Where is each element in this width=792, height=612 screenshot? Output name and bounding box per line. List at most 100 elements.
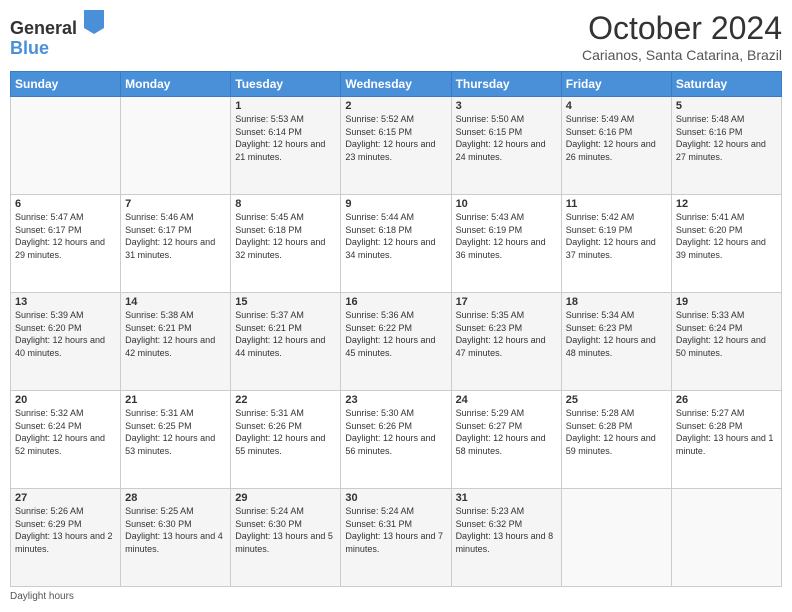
day-number: 27 xyxy=(15,492,116,504)
day-info: Sunrise: 5:33 AMSunset: 6:24 PMDaylight:… xyxy=(676,309,777,359)
day-number: 29 xyxy=(235,492,336,504)
calendar-table: SundayMondayTuesdayWednesdayThursdayFrid… xyxy=(10,71,782,587)
day-number: 7 xyxy=(125,198,226,210)
logo-icon xyxy=(84,10,104,34)
calendar-cell xyxy=(121,97,231,195)
calendar-cell: 28Sunrise: 5:25 AMSunset: 6:30 PMDayligh… xyxy=(121,489,231,587)
day-number: 15 xyxy=(235,296,336,308)
day-info: Sunrise: 5:31 AMSunset: 6:26 PMDaylight:… xyxy=(235,407,336,457)
calendar-day-header: Saturday xyxy=(671,72,781,97)
calendar-cell: 2Sunrise: 5:52 AMSunset: 6:15 PMDaylight… xyxy=(341,97,451,195)
day-number: 11 xyxy=(566,198,667,210)
calendar-week-row: 13Sunrise: 5:39 AMSunset: 6:20 PMDayligh… xyxy=(11,293,782,391)
day-number: 18 xyxy=(566,296,667,308)
subtitle: Carianos, Santa Catarina, Brazil xyxy=(582,47,782,63)
main-title: October 2024 xyxy=(582,10,782,47)
day-info: Sunrise: 5:43 AMSunset: 6:19 PMDaylight:… xyxy=(456,211,557,261)
calendar-header-row: SundayMondayTuesdayWednesdayThursdayFrid… xyxy=(11,72,782,97)
logo-blue: Blue xyxy=(10,38,49,58)
day-info: Sunrise: 5:46 AMSunset: 6:17 PMDaylight:… xyxy=(125,211,226,261)
day-info: Sunrise: 5:38 AMSunset: 6:21 PMDaylight:… xyxy=(125,309,226,359)
header: General Blue October 2024 Carianos, Sant… xyxy=(10,10,782,63)
calendar-cell: 4Sunrise: 5:49 AMSunset: 6:16 PMDaylight… xyxy=(561,97,671,195)
calendar-cell: 15Sunrise: 5:37 AMSunset: 6:21 PMDayligh… xyxy=(231,293,341,391)
day-number: 30 xyxy=(345,492,446,504)
day-number: 10 xyxy=(456,198,557,210)
day-number: 1 xyxy=(235,100,336,112)
day-info: Sunrise: 5:34 AMSunset: 6:23 PMDaylight:… xyxy=(566,309,667,359)
calendar-cell: 11Sunrise: 5:42 AMSunset: 6:19 PMDayligh… xyxy=(561,195,671,293)
calendar-cell: 31Sunrise: 5:23 AMSunset: 6:32 PMDayligh… xyxy=(451,489,561,587)
day-info: Sunrise: 5:35 AMSunset: 6:23 PMDaylight:… xyxy=(456,309,557,359)
calendar-cell xyxy=(11,97,121,195)
title-block: October 2024 Carianos, Santa Catarina, B… xyxy=(582,10,782,63)
day-info: Sunrise: 5:24 AMSunset: 6:31 PMDaylight:… xyxy=(345,505,446,555)
day-info: Sunrise: 5:45 AMSunset: 6:18 PMDaylight:… xyxy=(235,211,336,261)
day-number: 4 xyxy=(566,100,667,112)
day-info: Sunrise: 5:23 AMSunset: 6:32 PMDaylight:… xyxy=(456,505,557,555)
calendar-cell: 7Sunrise: 5:46 AMSunset: 6:17 PMDaylight… xyxy=(121,195,231,293)
day-number: 31 xyxy=(456,492,557,504)
day-info: Sunrise: 5:28 AMSunset: 6:28 PMDaylight:… xyxy=(566,407,667,457)
day-info: Sunrise: 5:29 AMSunset: 6:27 PMDaylight:… xyxy=(456,407,557,457)
day-info: Sunrise: 5:24 AMSunset: 6:30 PMDaylight:… xyxy=(235,505,336,555)
calendar-cell: 13Sunrise: 5:39 AMSunset: 6:20 PMDayligh… xyxy=(11,293,121,391)
calendar-cell: 17Sunrise: 5:35 AMSunset: 6:23 PMDayligh… xyxy=(451,293,561,391)
day-info: Sunrise: 5:44 AMSunset: 6:18 PMDaylight:… xyxy=(345,211,446,261)
day-info: Sunrise: 5:48 AMSunset: 6:16 PMDaylight:… xyxy=(676,113,777,163)
day-info: Sunrise: 5:41 AMSunset: 6:20 PMDaylight:… xyxy=(676,211,777,261)
day-number: 23 xyxy=(345,394,446,406)
calendar-cell: 5Sunrise: 5:48 AMSunset: 6:16 PMDaylight… xyxy=(671,97,781,195)
footer-note: Daylight hours xyxy=(10,591,782,602)
day-info: Sunrise: 5:52 AMSunset: 6:15 PMDaylight:… xyxy=(345,113,446,163)
calendar-cell: 6Sunrise: 5:47 AMSunset: 6:17 PMDaylight… xyxy=(11,195,121,293)
calendar-cell xyxy=(561,489,671,587)
day-number: 2 xyxy=(345,100,446,112)
day-info: Sunrise: 5:31 AMSunset: 6:25 PMDaylight:… xyxy=(125,407,226,457)
day-number: 25 xyxy=(566,394,667,406)
day-number: 6 xyxy=(15,198,116,210)
calendar-cell: 26Sunrise: 5:27 AMSunset: 6:28 PMDayligh… xyxy=(671,391,781,489)
day-number: 16 xyxy=(345,296,446,308)
calendar-day-header: Monday xyxy=(121,72,231,97)
day-number: 19 xyxy=(676,296,777,308)
calendar-cell: 16Sunrise: 5:36 AMSunset: 6:22 PMDayligh… xyxy=(341,293,451,391)
calendar-cell: 3Sunrise: 5:50 AMSunset: 6:15 PMDaylight… xyxy=(451,97,561,195)
day-info: Sunrise: 5:49 AMSunset: 6:16 PMDaylight:… xyxy=(566,113,667,163)
day-number: 21 xyxy=(125,394,226,406)
calendar-cell: 18Sunrise: 5:34 AMSunset: 6:23 PMDayligh… xyxy=(561,293,671,391)
calendar-cell: 20Sunrise: 5:32 AMSunset: 6:24 PMDayligh… xyxy=(11,391,121,489)
day-number: 20 xyxy=(15,394,116,406)
calendar-day-header: Wednesday xyxy=(341,72,451,97)
calendar-cell: 27Sunrise: 5:26 AMSunset: 6:29 PMDayligh… xyxy=(11,489,121,587)
calendar-day-header: Tuesday xyxy=(231,72,341,97)
day-info: Sunrise: 5:30 AMSunset: 6:26 PMDaylight:… xyxy=(345,407,446,457)
logo-general: General xyxy=(10,18,77,38)
calendar-cell: 9Sunrise: 5:44 AMSunset: 6:18 PMDaylight… xyxy=(341,195,451,293)
calendar-day-header: Thursday xyxy=(451,72,561,97)
day-number: 8 xyxy=(235,198,336,210)
page: General Blue October 2024 Carianos, Sant… xyxy=(0,0,792,612)
day-number: 22 xyxy=(235,394,336,406)
day-info: Sunrise: 5:27 AMSunset: 6:28 PMDaylight:… xyxy=(676,407,777,457)
day-info: Sunrise: 5:32 AMSunset: 6:24 PMDaylight:… xyxy=(15,407,116,457)
calendar-week-row: 1Sunrise: 5:53 AMSunset: 6:14 PMDaylight… xyxy=(11,97,782,195)
calendar-cell: 30Sunrise: 5:24 AMSunset: 6:31 PMDayligh… xyxy=(341,489,451,587)
day-number: 13 xyxy=(15,296,116,308)
day-number: 12 xyxy=(676,198,777,210)
day-number: 3 xyxy=(456,100,557,112)
calendar-week-row: 20Sunrise: 5:32 AMSunset: 6:24 PMDayligh… xyxy=(11,391,782,489)
logo-text: General Blue xyxy=(10,10,104,59)
calendar-cell: 19Sunrise: 5:33 AMSunset: 6:24 PMDayligh… xyxy=(671,293,781,391)
day-info: Sunrise: 5:50 AMSunset: 6:15 PMDaylight:… xyxy=(456,113,557,163)
calendar-cell: 29Sunrise: 5:24 AMSunset: 6:30 PMDayligh… xyxy=(231,489,341,587)
calendar-cell: 25Sunrise: 5:28 AMSunset: 6:28 PMDayligh… xyxy=(561,391,671,489)
day-number: 17 xyxy=(456,296,557,308)
day-info: Sunrise: 5:25 AMSunset: 6:30 PMDaylight:… xyxy=(125,505,226,555)
day-number: 26 xyxy=(676,394,777,406)
day-info: Sunrise: 5:26 AMSunset: 6:29 PMDaylight:… xyxy=(15,505,116,555)
day-info: Sunrise: 5:47 AMSunset: 6:17 PMDaylight:… xyxy=(15,211,116,261)
calendar-cell: 12Sunrise: 5:41 AMSunset: 6:20 PMDayligh… xyxy=(671,195,781,293)
calendar-cell: 21Sunrise: 5:31 AMSunset: 6:25 PMDayligh… xyxy=(121,391,231,489)
day-number: 9 xyxy=(345,198,446,210)
